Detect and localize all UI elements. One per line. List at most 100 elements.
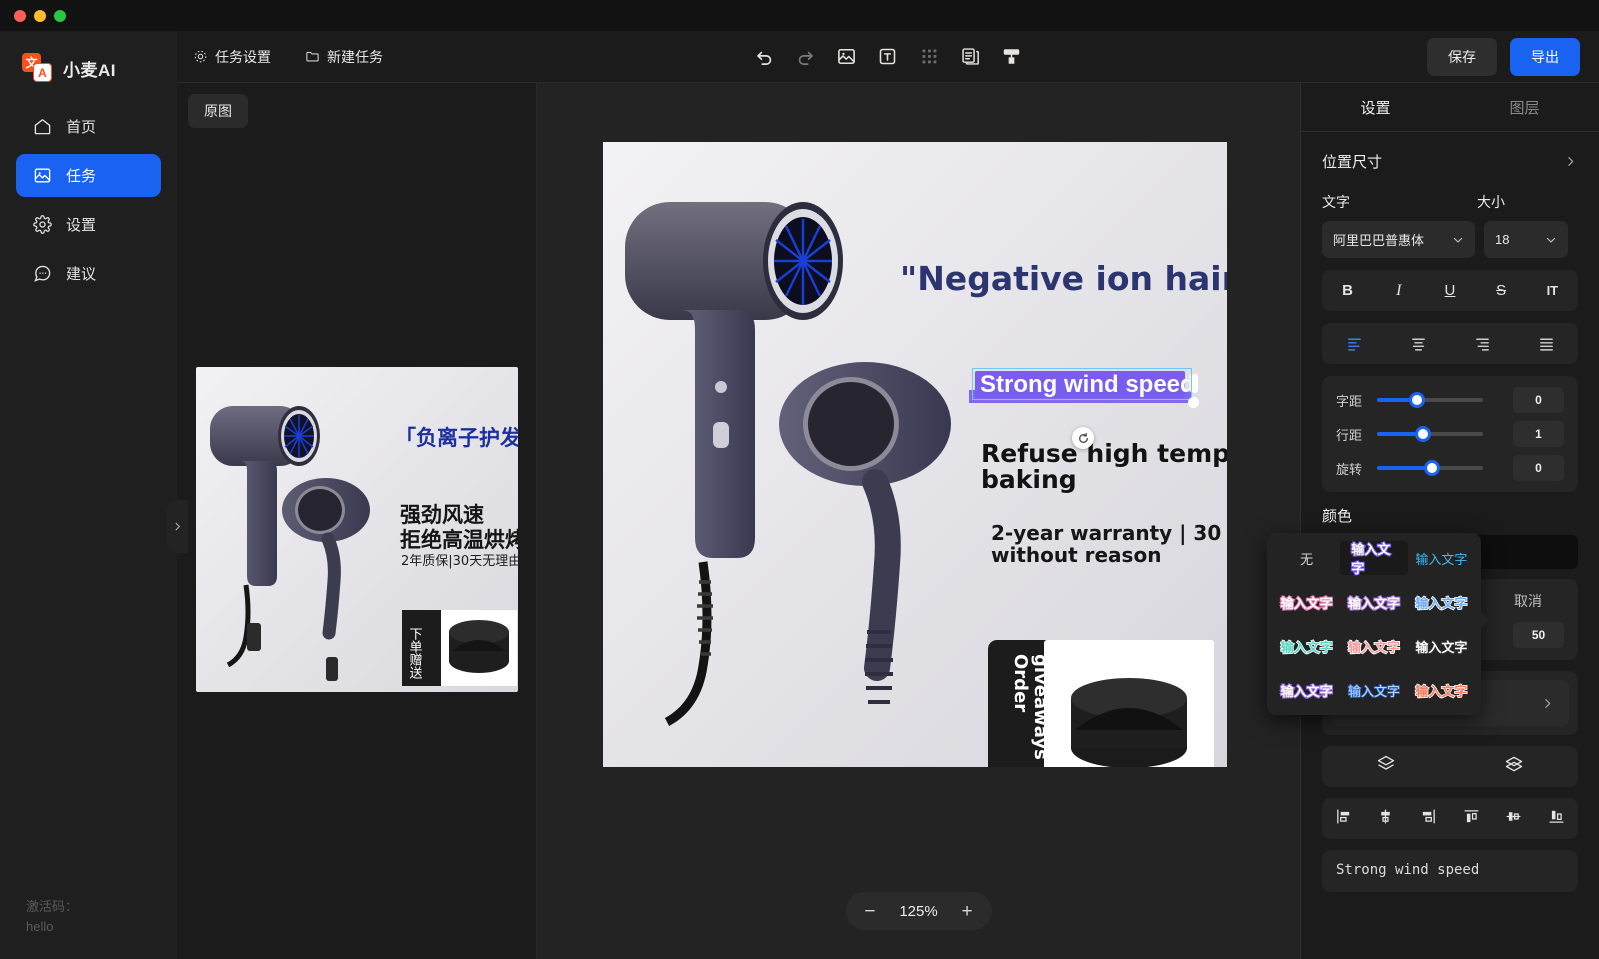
style-option-7[interactable]: 输入文字	[1408, 629, 1475, 663]
strikethrough-button[interactable]: S	[1487, 277, 1515, 305]
style-option-8[interactable]: 输入文字	[1273, 673, 1340, 707]
cancel-label: 取消	[1514, 591, 1542, 611]
undo-icon[interactable]	[751, 43, 778, 70]
style-option-none[interactable]: 无	[1273, 541, 1340, 575]
style-option-9[interactable]: 输入文字	[1340, 673, 1407, 707]
letter-spacing-label: 字距	[1336, 391, 1368, 410]
rotation-slider[interactable]	[1377, 466, 1483, 470]
svg-text:拒绝高温烘烤: 拒绝高温烘烤	[400, 528, 518, 552]
toolbar-left-group: 任务设置 新建任务	[177, 42, 387, 72]
letter-spacing-row: 字距 0	[1336, 387, 1564, 413]
bold-button[interactable]: B	[1334, 277, 1362, 305]
vertical-text-button[interactable]: IT	[1538, 277, 1566, 305]
align-center-h-icon[interactable]	[1377, 808, 1394, 830]
style-option-2[interactable]: 输入文字	[1273, 585, 1340, 619]
italic-button[interactable]: I	[1385, 277, 1413, 305]
original-image-panel: 原图	[177, 83, 537, 959]
stamp-icon[interactable]	[998, 43, 1025, 70]
chevron-right-icon	[1564, 155, 1577, 168]
align-center-button[interactable]	[1404, 330, 1432, 358]
close-window-button[interactable]	[14, 10, 26, 22]
svg-text:giveaways: giveaways	[1030, 654, 1051, 760]
brand-name: 小麦AI	[63, 56, 116, 81]
sidebar-item-feedback[interactable]: 建议	[16, 252, 161, 295]
zoom-in-button[interactable]: +	[962, 902, 973, 921]
rotate-handle-icon[interactable]	[1072, 427, 1094, 449]
export-button[interactable]: 导出	[1510, 38, 1580, 76]
collapse-panel-handle[interactable]	[167, 500, 188, 553]
logo-glyph-target: A	[33, 63, 52, 82]
duplicate-icon[interactable]	[957, 43, 984, 70]
rotation-value[interactable]: 0	[1513, 455, 1564, 481]
align-bottom-icon[interactable]	[1548, 808, 1565, 830]
style-option-6[interactable]: 输入文字	[1340, 629, 1407, 663]
align-middle-v-icon[interactable]	[1505, 808, 1522, 830]
redo-icon[interactable]	[792, 43, 819, 70]
grid-icon[interactable]	[916, 43, 943, 70]
letter-spacing-value[interactable]: 0	[1513, 387, 1564, 413]
right-properties-panel: 设置 图层 位置尺寸 文字 大小 阿里巴巴普惠体 18 B I U S	[1300, 83, 1599, 959]
zoom-out-button[interactable]: −	[864, 902, 875, 921]
align-left-icon[interactable]	[1335, 808, 1352, 830]
resize-handle-corner[interactable]	[1188, 397, 1199, 408]
sidebar-item-tasks[interactable]: 任务	[16, 154, 161, 197]
align-right-button[interactable]	[1468, 330, 1496, 358]
new-task-button[interactable]: 新建任务	[301, 42, 387, 72]
image-icon	[33, 166, 52, 185]
font-family-select[interactable]: 阿里巴巴普惠体	[1322, 221, 1475, 258]
chevron-down-icon	[1545, 234, 1557, 246]
popup-arrow	[1480, 611, 1489, 629]
align-right-icon[interactable]	[1420, 808, 1437, 830]
align-top-icon[interactable]	[1463, 808, 1480, 830]
style-option-4[interactable]: 输入文字	[1408, 585, 1475, 619]
sidebar-item-home[interactable]: 首页	[16, 105, 161, 148]
activation-code-value: hello	[26, 917, 177, 937]
align-left-button[interactable]	[1340, 330, 1368, 358]
svg-text:2年质保|30天无理由: 2年质保|30天无理由	[401, 554, 518, 569]
position-size-row[interactable]: 位置尺寸	[1301, 132, 1599, 172]
original-thumbnail[interactable]: 「负离子护发」 强劲风速 拒绝高温烘烤 2年质保|30天无理由 下单赠送	[196, 367, 518, 692]
toolbar-center-tools	[751, 43, 1026, 70]
font-size-select[interactable]: 18	[1484, 221, 1568, 258]
style-option-10[interactable]: 输入文字	[1408, 673, 1475, 707]
canvas-area[interactable]: "Negative ion hair care" Refuse high tem…	[537, 83, 1300, 959]
style-option-0[interactable]: 输入文字	[1340, 541, 1407, 575]
underline-button[interactable]: U	[1436, 277, 1464, 305]
tab-layers[interactable]: 图层	[1450, 83, 1599, 131]
text-content-input[interactable]: Strong wind speed	[1322, 850, 1578, 892]
gear-icon	[193, 49, 208, 64]
activation-code-block: 激活码： hello	[0, 897, 177, 959]
resize-handle-right[interactable]	[1192, 374, 1198, 393]
minimize-window-button[interactable]	[34, 10, 46, 22]
style-option-5[interactable]: 输入文字	[1273, 629, 1340, 663]
panel-tabs: 设置 图层	[1301, 83, 1599, 132]
send-backward-icon[interactable]	[1504, 754, 1524, 779]
maximize-window-button[interactable]	[54, 10, 66, 22]
line-height-slider[interactable]	[1377, 432, 1483, 436]
text-align-buttons	[1322, 323, 1578, 364]
line-height-value[interactable]: 1	[1513, 421, 1564, 447]
sidebar: 文 A 小麦AI 首页 任务 设置	[0, 31, 177, 959]
image-icon[interactable]	[833, 43, 860, 70]
sidebar-item-settings[interactable]: 设置	[16, 203, 161, 246]
bring-forward-icon[interactable]	[1376, 754, 1396, 779]
edited-image-canvas[interactable]: "Negative ion hair care" Refuse high tem…	[603, 142, 1227, 767]
task-settings-button[interactable]: 任务设置	[189, 42, 275, 72]
stroke-width-value[interactable]: 50	[1513, 622, 1564, 648]
task-settings-label: 任务设置	[215, 47, 271, 67]
style-option-1[interactable]: 输入文字	[1408, 541, 1475, 575]
selected-text-object[interactable]: Strong wind speed	[977, 370, 1192, 401]
align-justify-button[interactable]	[1532, 330, 1560, 358]
tab-settings[interactable]: 设置	[1301, 83, 1450, 131]
text-size-labels: 文字 大小	[1301, 172, 1599, 212]
text-label: 文字	[1322, 192, 1477, 212]
text-style-popup[interactable]: 无 输入文字 输入文字 输入文字 输入文字 输入文字 输入文字 输入文字 输入文…	[1267, 533, 1481, 715]
style-option-3[interactable]: 输入文字	[1340, 585, 1407, 619]
letter-spacing-slider[interactable]	[1377, 398, 1483, 402]
gear-icon	[33, 215, 52, 234]
svg-text:2-year warranty | 30 days: 2-year warranty | 30 days	[991, 521, 1227, 545]
original-image-chip[interactable]: 原图	[188, 94, 248, 128]
save-button[interactable]: 保存	[1427, 38, 1497, 76]
line-height-label: 行距	[1336, 425, 1368, 444]
text-icon[interactable]	[874, 43, 901, 70]
